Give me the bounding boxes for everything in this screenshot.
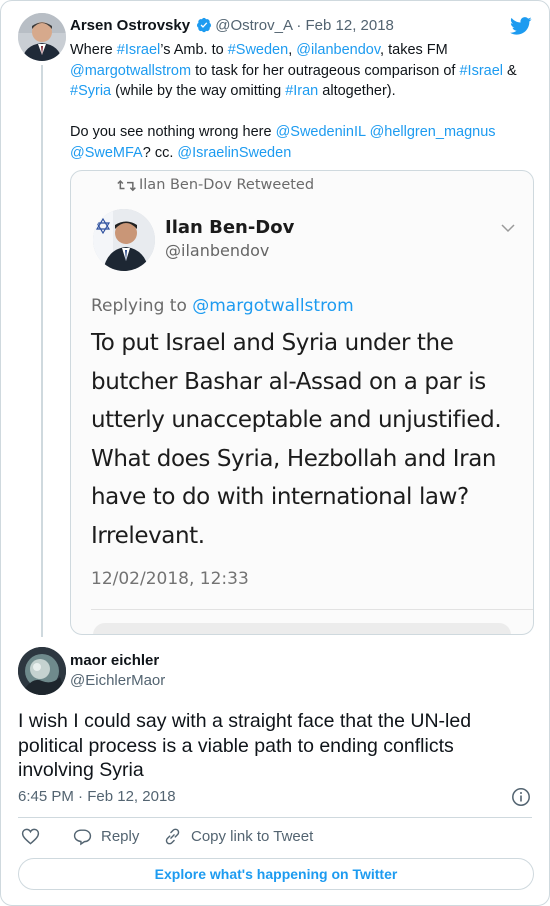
embedded-handle: @ilanbendov <box>165 241 270 260</box>
embedded-body-line: butcher Bashar al-Assad on a par is <box>91 368 486 395</box>
embedded-body-line: What does Syria, Hezbollah and Iran <box>91 445 497 472</box>
replying-handle: @margotwallstrom <box>192 296 354 316</box>
tweet-card: Arsen Ostrovsky @Ostrov_A · Feb 12, 2018… <box>0 0 550 906</box>
reply-time: 6:45 PM <box>18 788 74 805</box>
copy-link-button[interactable]: Copy link to Tweet <box>163 827 313 846</box>
mention-link[interactable]: @SweMFA <box>70 145 143 161</box>
embedded-replying-to: Replying to @margotwallstrom <box>91 296 354 316</box>
reply-bubble-icon <box>73 829 92 846</box>
tweet-header: Arsen Ostrovsky @Ostrov_A · Feb 12, 2018 <box>70 17 394 35</box>
embedded-name: Ilan Ben-Dov <box>165 217 295 238</box>
replying-prefix: Replying to <box>91 296 193 316</box>
verified-badge-icon <box>197 17 212 33</box>
retweet-icon <box>117 179 136 192</box>
hashtag-link[interactable]: #Iran <box>285 83 318 99</box>
mention-link[interactable]: @margotwallstrom <box>70 63 191 79</box>
embedded-body-line: utterly unacceptable and unjustified. <box>91 407 502 433</box>
chevron-down-icon <box>501 224 515 233</box>
embedded-body-line: To put Israel and Syria under the <box>91 330 454 356</box>
reply-author-handle[interactable]: @EichlerMaor <box>70 672 165 689</box>
reply-button[interactable]: Reply <box>73 827 139 846</box>
twitter-bird-icon[interactable] <box>509 15 533 37</box>
reply-timestamp[interactable]: 6:45 PM · Feb 12, 2018 <box>18 788 176 805</box>
tweet-text-span: to task for her outrageous comparison of <box>191 62 460 79</box>
explore-twitter-button[interactable]: Explore what's happening on Twitter <box>18 858 534 890</box>
embedded-divider <box>91 609 533 610</box>
embedded-avatar <box>93 209 155 271</box>
reply-label: Reply <box>101 828 140 845</box>
info-icon[interactable] <box>511 787 531 807</box>
reply-author-name[interactable]: maor eichler <box>70 652 159 669</box>
reply-date: Feb 12, 2018 <box>87 788 176 805</box>
thread-connector-line <box>41 65 43 637</box>
embedded-scroll-pill <box>93 623 511 634</box>
mention-link[interactable]: @SwedeninIL <box>276 124 366 140</box>
tweet-text-span: & <box>503 62 517 79</box>
like-button[interactable] <box>21 827 49 846</box>
reply-text: I wish I could say with a straight face … <box>18 710 472 781</box>
hashtag-link[interactable]: #Sweden <box>228 42 288 58</box>
tweet-paragraph-1: Where #Israel’s Amb. to #Sweden, @ilanbe… <box>70 40 536 102</box>
author-avatar[interactable] <box>18 13 66 61</box>
tweet-text-span: ’s Amb. to <box>160 42 228 58</box>
link-icon <box>165 828 180 845</box>
tweet-paragraph-2: Do you see nothing wrong here @SwedeninI… <box>70 122 536 163</box>
tweet-text: Where #Israel’s Amb. to #Sweden, @ilanbe… <box>70 40 536 164</box>
tweet-text-span: (while by the way omitting <box>111 83 286 100</box>
embedded-timestamp: 12/02/2018, 12:33 <box>91 569 249 589</box>
retweet-label: Ilan Ben-Dov Retweeted <box>139 177 315 193</box>
embedded-body-line: Irrelevant. <box>91 522 205 549</box>
author-handle[interactable]: @Ostrov_A <box>215 17 292 34</box>
mention-link[interactable]: @IsraelinSweden <box>177 145 291 161</box>
date-separator: · <box>292 17 306 34</box>
tweet-text-span: ? cc. <box>142 144 178 161</box>
tweet-text-span: Where <box>70 42 117 58</box>
copy-link-label: Copy link to Tweet <box>191 828 314 845</box>
hashtag-link[interactable]: #Israel <box>117 42 161 58</box>
tweet-text-span: altogether). <box>318 83 396 100</box>
actions-divider <box>18 817 532 818</box>
reply-avatar[interactable] <box>18 647 66 695</box>
embedded-screenshot[interactable]: Ilan Ben-Dov Retweeted Ilan Ben-Dov @ila… <box>70 170 534 635</box>
tweet-date[interactable]: Feb 12, 2018 <box>306 17 394 34</box>
mention-link[interactable]: @ilanbendov <box>296 42 380 58</box>
embedded-body-line: have to do with international law? <box>91 484 469 510</box>
tweet-text-span: , takes FM <box>380 42 448 58</box>
hashtag-link[interactable]: #Israel <box>459 63 503 79</box>
tweet-text-span: Do you see nothing wrong here <box>70 124 276 141</box>
author-name[interactable]: Arsen Ostrovsky <box>70 17 190 34</box>
mention-link[interactable]: @hellgren_magnus <box>370 124 496 140</box>
reply-date-separator: · <box>73 788 88 805</box>
hashtag-link[interactable]: #Syria <box>70 83 111 99</box>
heart-icon <box>21 828 40 845</box>
embedded-body: To put Israel and Syria under the butche… <box>91 324 521 555</box>
